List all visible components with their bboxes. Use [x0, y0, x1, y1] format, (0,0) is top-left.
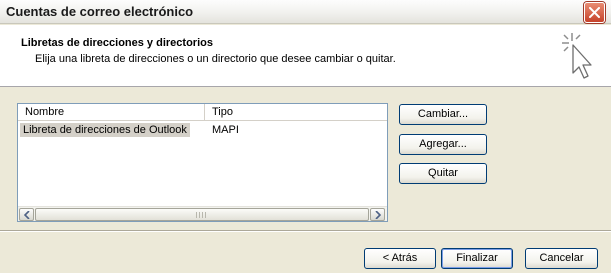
chevron-right-icon [375, 211, 381, 219]
dialog-body: Nombre Tipo Libreta de direcciones de Ou… [0, 88, 611, 228]
scroll-thumb[interactable] [35, 208, 369, 221]
chevron-left-icon [24, 211, 30, 219]
header-title: Libretas de direcciones y directorios [21, 37, 213, 49]
scroll-right-button[interactable] [370, 208, 385, 221]
list-header: Nombre Tipo [18, 104, 387, 121]
remove-button[interactable]: Quitar [399, 163, 487, 184]
list-item-nombre: Libreta de direcciones de Outlook [20, 123, 190, 137]
horizontal-scrollbar[interactable] [18, 206, 387, 221]
column-header-tipo[interactable]: Tipo [205, 104, 387, 121]
list-item-tipo: MAPI [212, 124, 239, 136]
cancel-button[interactable]: Cancelar [525, 248, 598, 269]
header-subtitle: Elija una libreta de direcciones o un di… [35, 53, 396, 65]
add-button[interactable]: Agregar... [399, 134, 487, 155]
grip-icon [196, 212, 206, 218]
close-icon [589, 7, 600, 18]
scroll-left-button[interactable] [19, 208, 34, 221]
change-button[interactable]: Cambiar... [399, 104, 487, 125]
address-book-list[interactable]: Nombre Tipo Libreta de direcciones de Ou… [17, 103, 388, 222]
footer-divider [0, 230, 611, 232]
back-button[interactable]: < Atrás [364, 248, 436, 269]
wizard-cursor-icon [562, 33, 592, 79]
finish-button[interactable]: Finalizar [441, 248, 513, 269]
close-button[interactable] [584, 2, 605, 23]
wizard-header: Libretas de direcciones y directorios El… [0, 25, 611, 87]
window-title: Cuentas de correo electrónico [6, 4, 194, 19]
title-bar[interactable]: Cuentas de correo electrónico [0, 0, 611, 24]
column-header-nombre[interactable]: Nombre [18, 104, 205, 121]
list-item[interactable]: Libreta de direcciones de Outlook MAPI [18, 123, 387, 137]
